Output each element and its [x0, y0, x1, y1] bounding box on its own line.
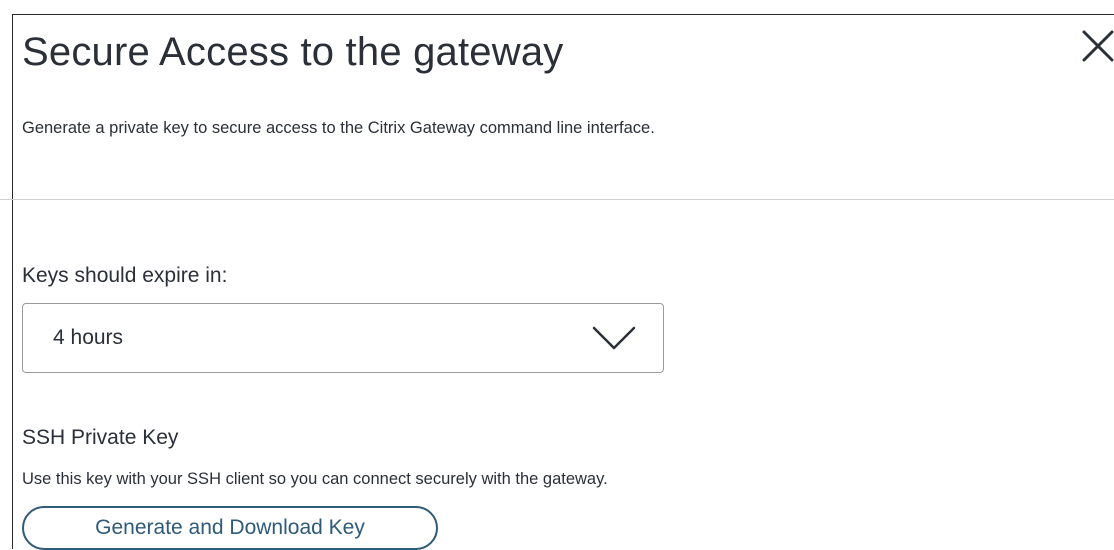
- dialog-top-border: [12, 14, 1114, 15]
- expiry-selected-value: 4 hours: [53, 326, 124, 349]
- header-divider: [0, 199, 1114, 200]
- dialog-subtitle: Generate a private key to secure access …: [22, 119, 655, 137]
- dialog-left-border: [12, 14, 13, 549]
- ssh-section-description: Use this key with your SSH client so you…: [22, 470, 608, 488]
- ssh-section-title: SSH Private Key: [22, 426, 179, 449]
- dialog-title: Secure Access to the gateway: [22, 30, 564, 74]
- secure-access-dialog: Secure Access to the gateway Generate a …: [0, 0, 1114, 550]
- expiry-select[interactable]: 4 hours: [22, 303, 664, 373]
- close-icon: [1082, 30, 1114, 62]
- expiry-label: Keys should expire in:: [22, 264, 228, 287]
- generate-download-key-button[interactable]: Generate and Download Key: [22, 506, 438, 550]
- chevron-down-icon: [592, 326, 636, 350]
- close-button[interactable]: [1080, 26, 1114, 66]
